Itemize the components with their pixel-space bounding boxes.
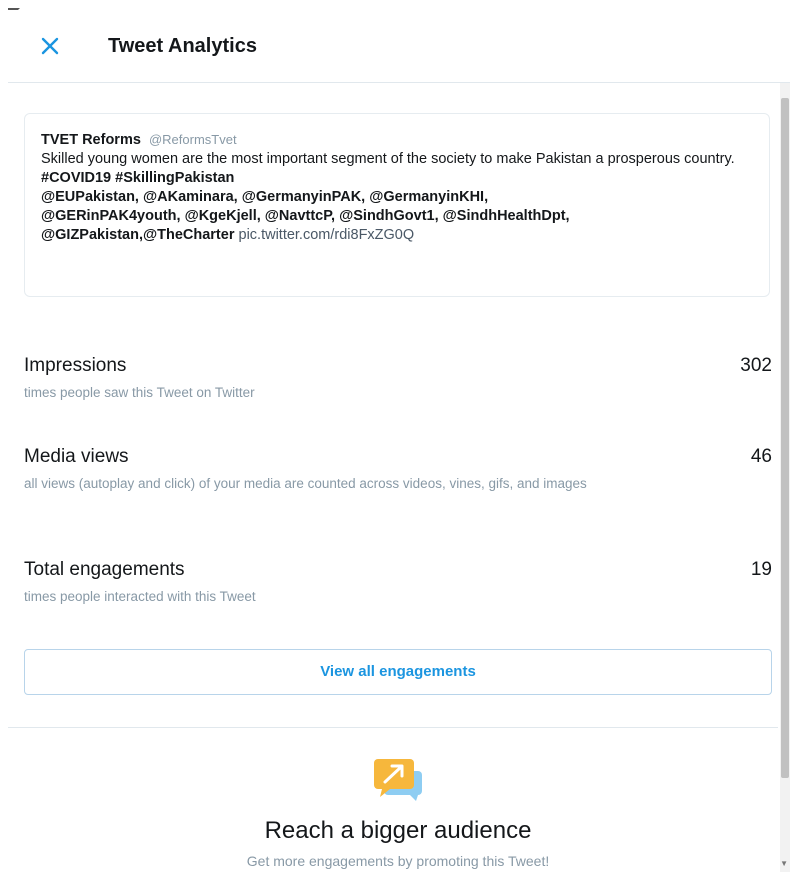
scrollbar-thumb[interactable] (781, 98, 789, 778)
close-button[interactable] (36, 32, 64, 60)
metric-label: Impressions (24, 355, 127, 376)
metric-label: Total engagements (24, 559, 185, 580)
tweet-pic-link[interactable]: pic.twitter.com/rdi8FxZG0Q (239, 227, 415, 243)
promo-title: Reach a bigger audience (264, 817, 532, 844)
metric-description: times people interacted with this Tweet (24, 589, 256, 604)
metric-description: all views (autoplay and click) of your m… (24, 476, 587, 491)
metric-total-engagements: Total engagements 19 times people intera… (24, 559, 772, 606)
tweet-mentions-line-3[interactable]: @GIZPakistan,@TheCharter (41, 227, 234, 243)
scroll-down-arrow-icon[interactable]: ▼ (780, 859, 788, 868)
close-icon[interactable] (36, 32, 64, 60)
section-divider (8, 727, 778, 728)
tweet-text: Skilled young women are the most importa… (41, 151, 735, 167)
tweet-hashtags[interactable]: #COVID19 #SkillingPakistan (41, 169, 753, 188)
metric-value: 302 (740, 355, 772, 376)
metric-value: 46 (750, 446, 772, 467)
tweet-mentions-line-2[interactable]: @GERinPAK4youth, @KgeKjell, @NavttcP, @S… (41, 207, 753, 226)
tweet-mentions-line-1[interactable]: @EUPakistan, @AKaminara, @GermanyinPAK, … (41, 188, 753, 207)
tweet-card[interactable]: TVET Reforms @ReformsTvet Skilled young … (24, 113, 770, 297)
metric-label: Media views (24, 446, 129, 467)
metric-media-views: Media views 46 all views (autoplay and c… (24, 446, 772, 493)
view-all-engagements-button[interactable]: View all engagements (24, 649, 772, 695)
promo-subtitle: Get more engagements by promoting this T… (246, 853, 550, 869)
tweet-author-name[interactable]: TVET Reforms (41, 132, 141, 148)
dialog-content: TVET Reforms @ReformsTvet Skilled young … (8, 83, 778, 872)
tweet-author-handle[interactable]: @ReformsTvet (149, 132, 237, 147)
promote-chat-icon (374, 759, 422, 801)
tweet-author: TVET Reforms @ReformsTvet (41, 130, 753, 150)
metric-value: 19 (750, 559, 772, 580)
metric-description: times people saw this Tweet on Twitter (24, 385, 255, 400)
dialog-title: Tweet Analytics (108, 35, 257, 57)
metric-impressions: Impressions 302 times people saw this Tw… (24, 355, 772, 402)
dialog-header: Tweet Analytics (8, 10, 790, 83)
